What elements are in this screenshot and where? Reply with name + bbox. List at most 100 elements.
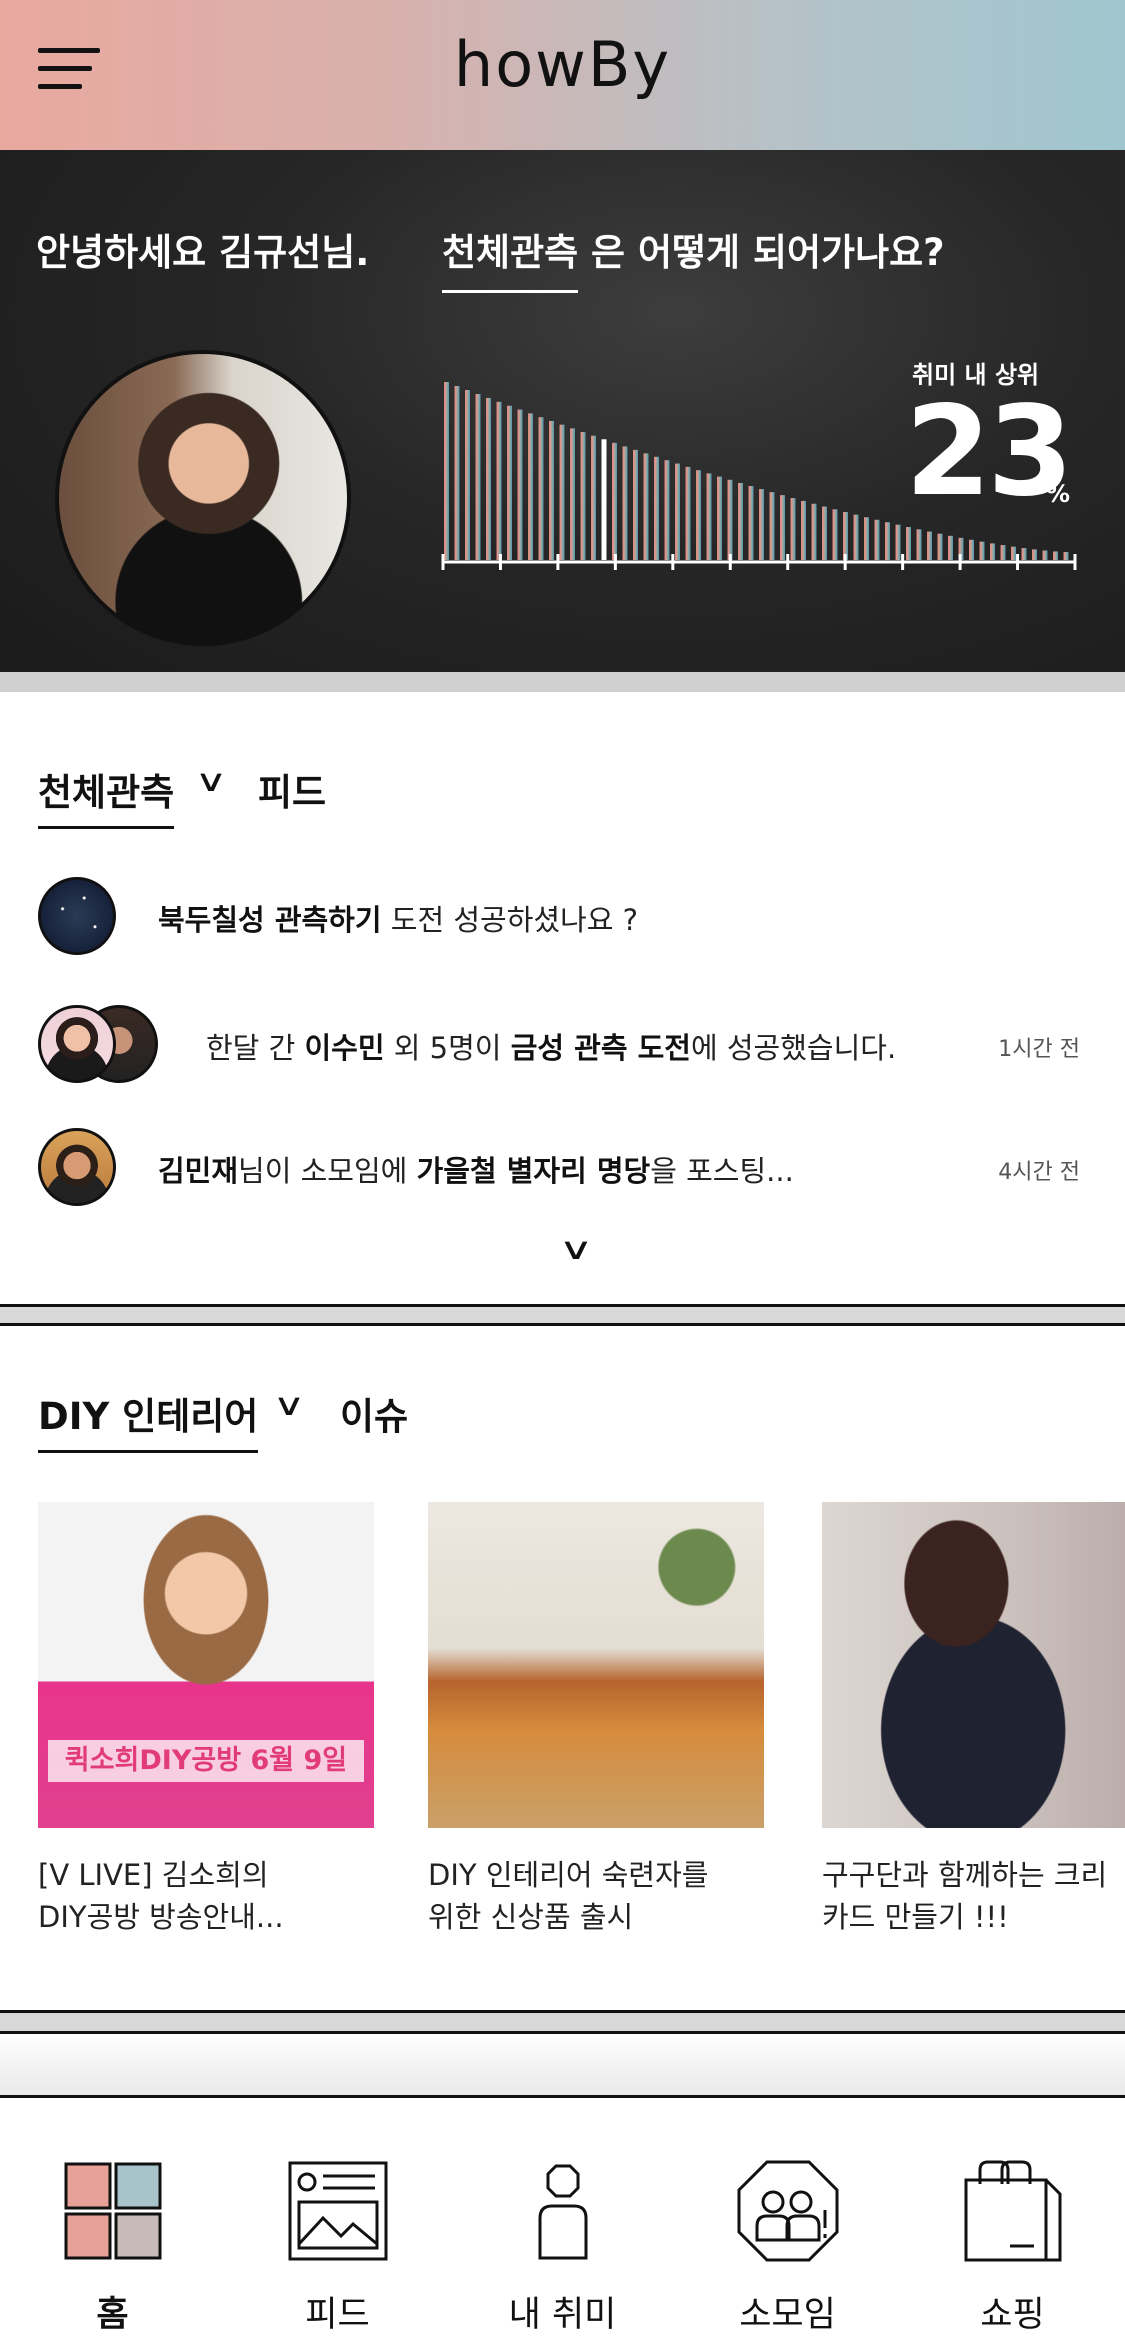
image-banner-text: 퀵소희DIY공방 6월 9일 xyxy=(48,1740,364,1782)
distribution-bar xyxy=(790,498,796,560)
nav-label: 피드 xyxy=(305,2295,370,2335)
distribution-bar xyxy=(549,420,554,560)
expand-more-chevron-icon[interactable]: ∨ xyxy=(558,1232,593,1267)
distribution-bar xyxy=(759,489,764,560)
nav-home[interactable]: 홈 xyxy=(0,2098,225,2347)
nav-feed[interactable]: 피드 xyxy=(225,2098,450,2347)
nav-my-hobby[interactable]: 내 취미 xyxy=(450,2098,675,2347)
feed-item-text: 김민재님이 소모임에 가을철 별자리 명당을 포스팅... xyxy=(158,1154,794,1188)
chevron-down-icon[interactable]: ∨ xyxy=(195,764,228,799)
distribution-bar xyxy=(801,500,806,560)
feed-item-text: 북두칠성 관측하기 도전 성공하셨나요 ? xyxy=(158,903,639,937)
issue-card[interactable]: 퀵소희DIY공방 6월 9일 [V LIVE] 김소희의 DIY공방 방송안내.… xyxy=(38,1502,374,1938)
distribution-bar xyxy=(654,456,659,560)
distribution-bar xyxy=(1053,551,1058,560)
issue-card-caption: DIY 인테리어 숙련자를 위한 신상품 출시 xyxy=(428,1858,709,1934)
issue-hobby-selector[interactable]: DIY 인테리어 xyxy=(38,1386,259,1453)
issue-card[interactable]: DIY 인테리어 숙련자를 위한 신상품 출시 xyxy=(428,1502,764,1938)
distribution-bar xyxy=(811,503,817,560)
distribution-bar xyxy=(706,473,712,560)
group-people-icon xyxy=(737,2160,839,2262)
nav-label: 홈 xyxy=(96,2295,129,2335)
distribution-bar xyxy=(454,386,460,560)
distribution-bar xyxy=(507,405,512,560)
distribution-bar xyxy=(496,401,502,560)
distribution-bar xyxy=(1011,546,1016,560)
distribution-bar xyxy=(465,390,470,560)
distribution-bar xyxy=(528,413,533,560)
hobby-question: 천체관측 은 어떻게 되어가나요? xyxy=(442,222,945,293)
bottom-navigation: 홈 피드 내 취미 소모임 쇼핑 xyxy=(0,2095,1125,2347)
distribution-bar xyxy=(444,382,449,560)
distribution-bar xyxy=(874,519,880,560)
issue-label: 이슈 xyxy=(340,1395,409,1438)
distribution-bar xyxy=(1032,549,1037,560)
distribution-bar xyxy=(675,463,680,560)
distribution-bar xyxy=(853,514,859,560)
distribution-bar xyxy=(916,529,922,560)
issue-card-caption: 구구단과 함께하는 크리 카드 만들기 !!! xyxy=(822,1858,1108,1934)
distribution-bar xyxy=(475,393,481,560)
app-header: howBy xyxy=(0,0,1125,150)
feed-item-time: 4시간 전 xyxy=(998,1160,1080,1185)
distribution-bar xyxy=(1042,550,1048,560)
feed-section: 천체관측 ∨ 피드 북두칠성 관측하기 도전 성공하셨나요 ? 한달 간 이수민… xyxy=(0,712,1125,1304)
feed-item[interactable]: 한달 간 이수민 외 5명이 금성 관측 도전에 성공했습니다. 1시간 전 xyxy=(38,1005,1088,1087)
section-divider xyxy=(0,1304,1125,1326)
distribution-bar xyxy=(1000,545,1006,560)
distribution-bar xyxy=(580,432,586,560)
feed-item[interactable]: 김민재님이 소모임에 가을철 별자리 명당을 포스팅... 4시간 전 xyxy=(38,1128,1088,1210)
nav-group[interactable]: 소모임 xyxy=(675,2098,900,2347)
nav-label: 쇼핑 xyxy=(980,2295,1045,2335)
issue-section: DIY 인테리어 ∨ 이슈 퀵소희DIY공방 6월 9일 [V LIVE] 김소… xyxy=(0,1326,1125,2010)
distribution-bar xyxy=(990,543,995,560)
distribution-bar xyxy=(906,527,911,560)
distribution-bar xyxy=(885,522,890,560)
distribution-bar xyxy=(769,492,775,560)
nav-shopping[interactable]: 쇼핑 xyxy=(900,2098,1125,2347)
distribution-bar xyxy=(864,517,869,560)
distribution-bar xyxy=(927,531,932,560)
distribution-bar xyxy=(937,533,943,560)
greeting-text: 안녕하세요 김규선님. xyxy=(36,231,370,274)
issue-card-image xyxy=(822,1502,1125,1828)
distribution-bar xyxy=(538,417,544,560)
user-avatar xyxy=(38,1128,116,1206)
feed-item-text: 한달 간 이수민 외 5명이 금성 관측 도전에 성공했습니다. xyxy=(206,1031,897,1065)
hobby-name[interactable]: 천체관측 xyxy=(442,222,579,293)
distribution-bar xyxy=(895,524,901,560)
profile-avatar[interactable] xyxy=(55,350,351,646)
distribution-bar xyxy=(517,409,523,560)
rank-value: 23 xyxy=(905,380,1074,524)
issue-card-list: 퀵소희DIY공방 6월 9일 [V LIVE] 김소희의 DIY공방 방송안내.… xyxy=(0,1502,1125,1972)
distribution-bar xyxy=(622,446,628,560)
distribution-bar xyxy=(1021,548,1027,560)
distribution-bar xyxy=(612,442,617,560)
feed-item-time: 1시간 전 xyxy=(998,1037,1080,1062)
feed-hobby-selector[interactable]: 천체관측 xyxy=(38,762,175,829)
distribution-bar xyxy=(486,397,491,560)
constellation-thumbnail xyxy=(38,877,116,955)
user-avatar xyxy=(38,1005,116,1083)
app-title: howBy xyxy=(453,28,672,101)
distribution-bar xyxy=(727,479,733,560)
chevron-down-icon[interactable]: ∨ xyxy=(273,1388,306,1423)
next-section-peek xyxy=(0,2034,1125,2095)
issue-card-image: 퀵소희DIY공방 6월 9일 xyxy=(38,1502,374,1828)
issue-card[interactable]: 구구단과 함께하는 크리 카드 만들기 !!! xyxy=(822,1502,1125,1938)
my-hobby-person-icon xyxy=(538,2164,588,2260)
feed-label: 피드 xyxy=(258,771,327,814)
nav-label: 소모임 xyxy=(739,2295,836,2335)
issue-card-caption: [V LIVE] 김소희의 DIY공방 방송안내... xyxy=(38,1858,284,1934)
nav-label: 내 취미 xyxy=(508,2295,617,2335)
distribution-bar xyxy=(570,428,575,560)
distribution-bar xyxy=(780,495,785,560)
feed-item[interactable]: 북두칠성 관측하기 도전 성공하셨나요 ? xyxy=(38,877,1088,959)
distribution-bar xyxy=(591,435,596,560)
distribution-bar xyxy=(948,535,953,560)
distribution-bar xyxy=(822,506,827,560)
distribution-bar xyxy=(559,424,565,560)
distribution-bar xyxy=(748,486,754,560)
hobby-progress-hero: 안녕하세요 김규선님. 천체관측 은 어떻게 되어가나요? 취미 내 상위 23… xyxy=(0,150,1125,692)
distribution-bar xyxy=(1063,552,1069,560)
